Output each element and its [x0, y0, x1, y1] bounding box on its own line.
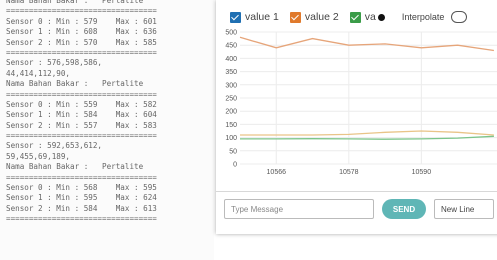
serial-line: Sensor 0 : Min : 559 Max : 582 [6, 99, 157, 109]
serial-output-lines: Nama Bahan Bakar : Pertalite ============… [6, 0, 157, 225]
serial-line: ================================= [6, 214, 157, 224]
y-tick-label: 400 [225, 56, 237, 63]
checkbox-value-3[interactable] [349, 11, 361, 23]
y-tick-label: 300 [225, 82, 237, 89]
legend-item-value-1[interactable]: value 1 [230, 11, 279, 23]
serial-line: 59,455,69,189, [6, 151, 71, 161]
serial-line: Sensor 1 : Min : 584 Max : 604 [6, 110, 157, 120]
interpolate-label: Interpolate [401, 12, 445, 22]
serial-line: ================================= [6, 131, 157, 141]
legend-item-value-2[interactable]: value 2 [289, 11, 339, 23]
legend-label: value 2 [304, 11, 339, 23]
x-axis-labels: 10566 10578 10590 [267, 169, 432, 176]
message-input[interactable] [224, 199, 374, 219]
serial-line: ================================= [6, 47, 157, 57]
serial-line: Sensor 2 : Min : 557 Max : 583 [6, 120, 157, 130]
checkbox-value-2[interactable] [289, 11, 301, 23]
info-icon [377, 13, 385, 21]
line-ending-select[interactable]: New Line [434, 199, 494, 219]
serial-line: Sensor : 576,598,586, [6, 58, 103, 68]
y-tick-label: 500 [225, 30, 237, 37]
serial-line: ================================= [6, 172, 157, 182]
y-tick-label: 200 [225, 109, 237, 116]
series-line-1 [239, 36, 494, 52]
y-tick-label: 100 [225, 135, 237, 142]
chart-grid [240, 31, 497, 165]
y-tick-label: 450 [225, 43, 237, 50]
y-tick-label: 250 [225, 96, 237, 103]
legend-label: value 1 [245, 11, 279, 23]
line-chart: 0 50 100 150 200 250 300 350 400 450 500 10566 1057… [225, 30, 497, 176]
serial-line: Sensor : 592,653,612, [6, 141, 103, 151]
line-ending-value: New Line [441, 204, 475, 214]
interpolate-toggle[interactable] [451, 11, 468, 23]
serial-line: Sensor 2 : Min : 570 Max : 585 [6, 37, 157, 47]
serial-line: 44,414,112,90, [6, 68, 71, 78]
serial-line: Sensor 1 : Min : 608 Max : 636 [6, 27, 157, 37]
y-tick-label: 0 [233, 162, 237, 169]
serial-line: ================================= [6, 89, 157, 99]
interpolate-control[interactable]: Interpolate [402, 11, 468, 23]
serial-line: Sensor 1 : Min : 595 Max : 624 [6, 193, 157, 203]
divider [216, 191, 497, 192]
serial-line: Sensor 0 : Min : 579 Max : 601 [6, 16, 157, 26]
x-tick-label: 10578 [339, 169, 359, 176]
serial-line: Sensor 2 : Min : 584 Max : 613 [6, 203, 157, 213]
serial-line: Nama Bahan Bakar : Pertalite [6, 79, 144, 89]
serial-plotter-window: value 1 value 2 va Interpolate 0 50 100 150… [216, 0, 497, 234]
y-tick-label: 150 [225, 122, 237, 129]
serial-monitor-output: Nama Bahan Bakar : Pertalite ============… [0, 0, 214, 260]
series-line-2 [240, 130, 494, 136]
x-tick-label: 10590 [412, 169, 432, 176]
legend-item-value-3[interactable]: va [349, 11, 385, 23]
plotter-legend: value 1 value 2 va Interpolate [230, 7, 468, 27]
y-tick-label: 350 [225, 69, 237, 76]
legend-label: va [364, 11, 376, 23]
x-tick-label: 10566 [267, 169, 287, 176]
checkbox-value-1[interactable] [230, 11, 241, 23]
serial-line: Nama Bahan Bakar : Pertalite [6, 162, 144, 172]
y-axis-labels: 0 50 100 150 200 250 300 350 400 450 500 [225, 30, 237, 169]
serial-line: ================================= [6, 6, 157, 16]
serial-line: Sensor 0 : Min : 568 Max : 595 [6, 183, 157, 193]
y-tick-label: 50 [229, 148, 237, 155]
send-button[interactable]: SEND [382, 199, 426, 219]
